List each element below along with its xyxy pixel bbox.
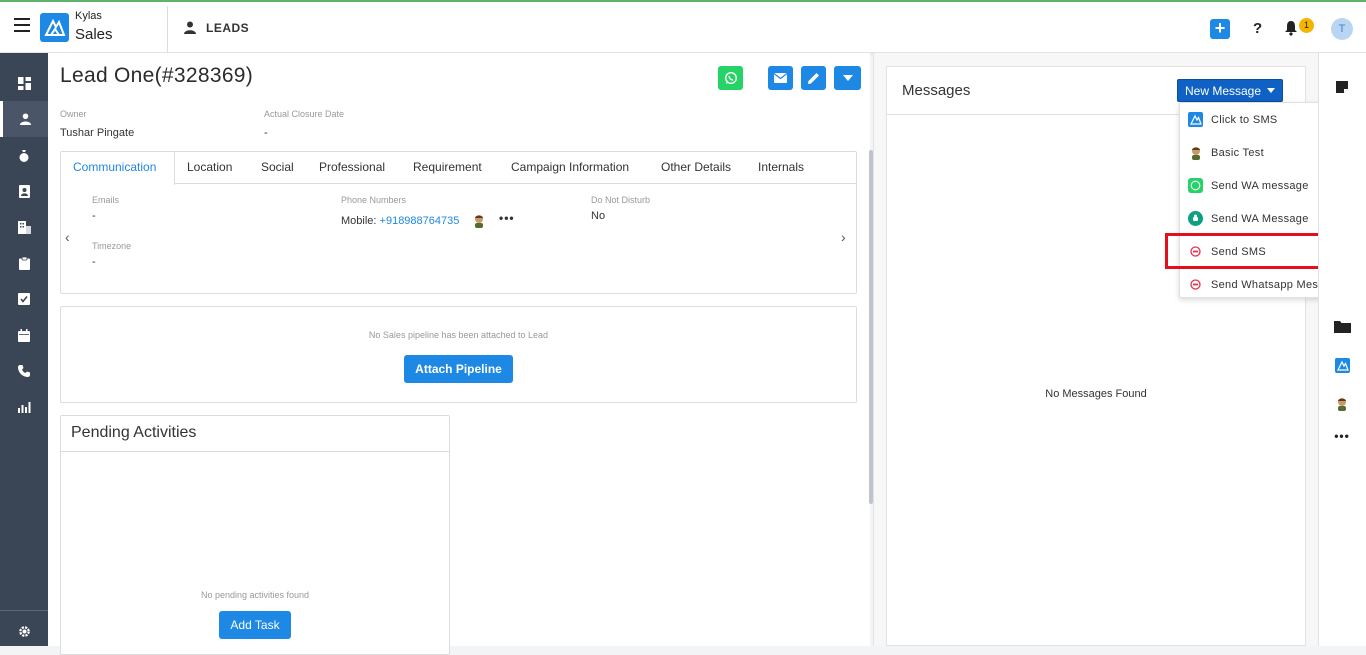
whatsapp-icon[interactable] <box>718 66 743 90</box>
details-tabs: Communication Location Social Profession… <box>61 152 856 185</box>
owner-label: Owner <box>60 109 87 119</box>
emails-value: - <box>92 210 96 222</box>
top-bar: Kylas Sales LEADS + ? 1 T <box>0 0 1366 53</box>
tab-campaign-information[interactable]: Campaign Information <box>499 152 641 184</box>
tab-other-details[interactable]: Other Details <box>649 152 743 184</box>
kylas-logo-icon[interactable] <box>1332 355 1352 375</box>
leads-icon[interactable] <box>0 101 48 137</box>
deals-icon[interactable] <box>0 137 48 173</box>
brand-name: Kylas <box>75 10 102 22</box>
more-dots-icon[interactable]: ••• <box>1332 426 1352 446</box>
menu-item-label: Send WA message <box>1211 179 1309 192</box>
divider <box>167 6 168 52</box>
closure-date-label: Actual Closure Date <box>264 109 345 119</box>
quick-add-button[interactable]: + <box>1210 19 1230 39</box>
brand-product: Sales <box>75 26 113 43</box>
app-avatar-icon <box>1188 145 1203 160</box>
companies-icon[interactable] <box>0 209 48 245</box>
more-actions-dropdown-icon[interactable] <box>834 66 861 90</box>
app-avatar-icon[interactable] <box>1332 394 1352 414</box>
notification-badge: 1 <box>1299 18 1314 33</box>
messages-empty-state: No Messages Found <box>1045 388 1147 400</box>
dnd-label: Do Not Disturb <box>591 195 651 205</box>
owner-value: Tushar Pingate <box>60 127 135 139</box>
emails-label: Emails <box>92 195 120 205</box>
sticky-note-icon[interactable] <box>1332 77 1352 97</box>
dashboard-icon[interactable] <box>0 65 48 101</box>
edit-pencil-icon[interactable] <box>801 66 826 90</box>
bell-icon[interactable] <box>1284 20 1298 41</box>
settings-gear-icon[interactable] <box>0 613 48 649</box>
red-circle-icon <box>1188 277 1203 292</box>
teal-app-icon <box>1188 211 1203 226</box>
tab-social[interactable]: Social <box>249 152 306 184</box>
chevron-left-icon[interactable]: ‹ <box>65 229 70 245</box>
breadcrumb[interactable]: LEADS <box>206 21 249 35</box>
user-avatar[interactable]: T <box>1331 18 1353 40</box>
phone-link[interactable]: +918988764735 <box>380 215 460 227</box>
pending-activities-title: Pending Activities <box>71 424 197 441</box>
new-message-label: New Message <box>1185 84 1262 98</box>
app-avatar-icon[interactable] <box>473 214 485 233</box>
phone-icon[interactable] <box>0 353 48 389</box>
more-dots-icon[interactable]: ••• <box>499 211 515 225</box>
menu-item-label: Send WA Message <box>1211 212 1309 225</box>
sidebar-divider <box>0 610 48 611</box>
pipeline-empty-note: No Sales pipeline has been attached to L… <box>368 330 549 340</box>
caret-down-icon <box>1267 88 1276 93</box>
timezone-label: Timezone <box>92 241 132 251</box>
phone-numbers-label: Phone Numbers <box>341 195 407 205</box>
tab-professional[interactable]: Professional <box>307 152 397 184</box>
help-icon[interactable]: ? <box>1253 20 1262 37</box>
right-rail <box>1318 53 1366 646</box>
folder-icon[interactable] <box>1332 316 1352 336</box>
attach-pipeline-button[interactable]: Attach Pipeline <box>404 355 513 383</box>
tab-communication[interactable]: Communication <box>61 152 175 185</box>
messages-title: Messages <box>902 82 971 99</box>
user-icon <box>184 21 196 39</box>
tab-requirement[interactable]: Requirement <box>401 152 494 184</box>
whatsapp-icon <box>1188 178 1203 193</box>
contacts-icon[interactable] <box>0 173 48 209</box>
clipboard-icon[interactable] <box>0 245 48 281</box>
phone-type-label: Mobile: <box>341 215 377 227</box>
menu-item-label: Click to SMS <box>1211 113 1278 126</box>
tab-internals[interactable]: Internals <box>746 152 816 184</box>
phone-row: Mobile: +918988764735 <box>341 215 459 227</box>
tab-location[interactable]: Location <box>175 152 244 184</box>
kylas-logo-icon <box>1188 112 1203 127</box>
lead-title: Lead One(#328369) <box>60 64 254 87</box>
menu-item-label: Basic Test <box>1211 146 1264 159</box>
timezone-value: - <box>92 256 96 268</box>
highlight-box <box>1165 233 1327 269</box>
dnd-value: No <box>591 210 606 222</box>
sidebar <box>0 53 48 646</box>
divider <box>60 451 450 452</box>
add-task-button[interactable]: Add Task <box>219 611 291 639</box>
hamburger-menu-icon[interactable] <box>14 18 30 34</box>
kylas-logo-icon[interactable] <box>40 13 69 42</box>
pending-activities-empty-note: No pending activities found <box>200 590 310 600</box>
email-icon[interactable] <box>768 66 793 90</box>
reports-icon[interactable] <box>0 389 48 425</box>
chevron-right-icon[interactable]: › <box>841 229 846 245</box>
tasks-icon[interactable] <box>0 281 48 317</box>
closure-date-value: - <box>264 127 268 139</box>
new-message-button[interactable]: New Message <box>1177 79 1283 102</box>
calendar-icon[interactable] <box>0 317 48 353</box>
